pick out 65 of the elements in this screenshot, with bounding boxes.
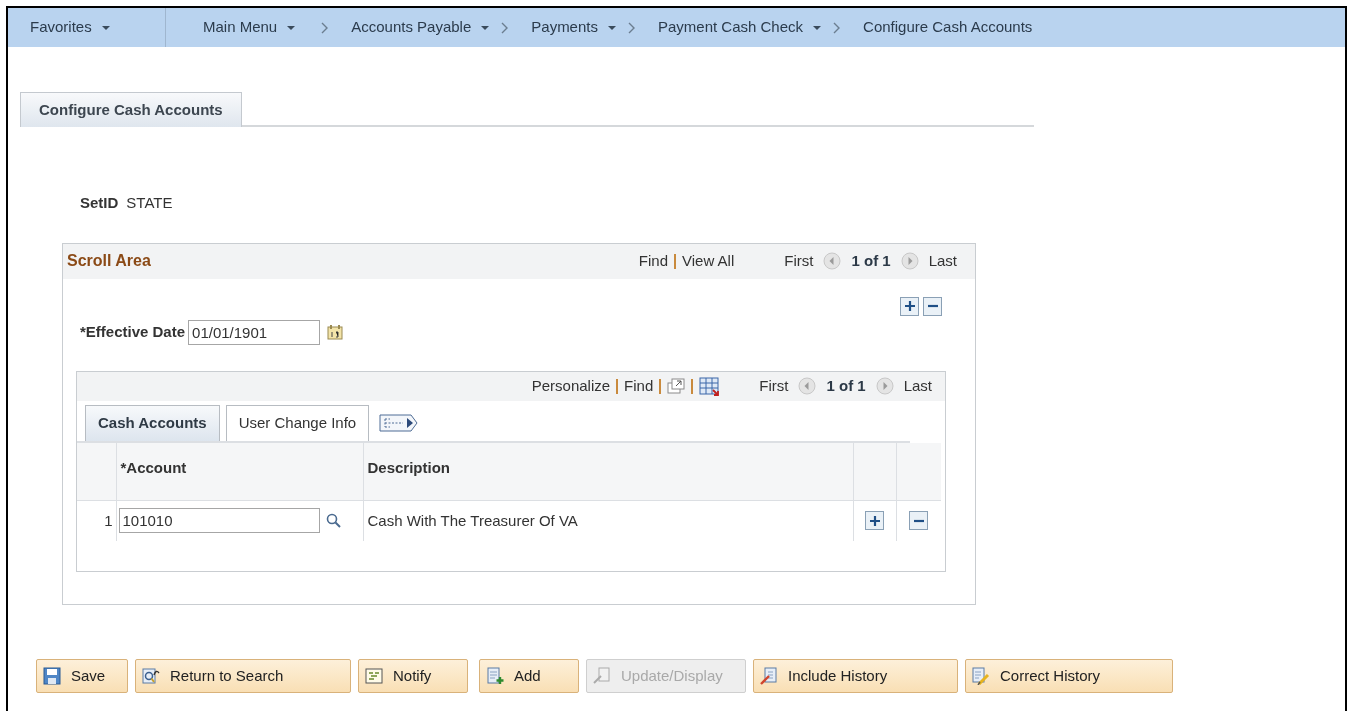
search-icon xyxy=(325,513,341,529)
previous-icon xyxy=(798,377,817,395)
grid-tab[interactable]: Cash Accounts xyxy=(85,404,220,441)
show-all-columns-icon xyxy=(379,413,419,433)
notify-button[interactable]: Notify xyxy=(358,659,468,693)
magnifier-arrow-icon xyxy=(142,667,160,685)
page-count: 1 of 1 xyxy=(826,375,866,396)
document-pen-icon xyxy=(593,667,611,685)
nav-menu-item[interactable]: Payments xyxy=(531,8,616,47)
nav-menu-item[interactable]: Favorites xyxy=(8,8,165,47)
chevron-right-icon xyxy=(321,21,330,34)
account-field[interactable]: 101010 xyxy=(118,508,320,534)
caret-icon xyxy=(608,25,616,30)
add-button[interactable]: Add xyxy=(479,659,579,693)
save-button[interactable]: Save xyxy=(36,659,128,693)
spreadsheet-download-icon xyxy=(699,376,720,396)
grid-link[interactable]: Find xyxy=(638,249,668,273)
grid-link[interactable]: Find xyxy=(624,374,654,398)
document-plus-icon xyxy=(486,667,504,685)
nav-menu-item[interactable]: Configure Cash Accounts xyxy=(863,8,1033,47)
previous-icon xyxy=(823,252,842,270)
include-button[interactable]: Include History xyxy=(753,659,958,693)
plus-icon xyxy=(868,514,881,527)
document-pencil-icon xyxy=(760,667,778,685)
return-button[interactable]: Return to Search xyxy=(135,659,351,693)
calendar-icon xyxy=(327,324,344,340)
plus-icon xyxy=(903,300,916,312)
caret-icon xyxy=(813,25,822,30)
row-number: 1 xyxy=(104,511,113,529)
effective-date-label: *Effective Date xyxy=(80,321,186,342)
grid-link[interactable]: View All xyxy=(682,249,735,273)
nav-menu-item[interactable]: Main Menu xyxy=(166,8,296,47)
grid-link[interactable]: Personalize xyxy=(531,374,611,398)
column-header: Description xyxy=(363,442,853,501)
chevron-right-icon xyxy=(501,21,510,34)
nav-menu-item[interactable]: Accounts Payable xyxy=(351,8,490,47)
nav-menu-item[interactable]: Payment Cash Check xyxy=(658,8,822,47)
document-pencil-icon xyxy=(972,667,990,685)
delete-row-button[interactable] xyxy=(923,296,942,316)
add-row-button[interactable] xyxy=(865,511,884,531)
first-link[interactable]: First xyxy=(784,249,814,273)
page-count: 1 of 1 xyxy=(851,250,891,271)
caret-icon xyxy=(101,25,110,30)
new-window-icon xyxy=(667,378,686,394)
last-link[interactable]: Last xyxy=(928,249,957,273)
delete-row-button[interactable] xyxy=(909,511,929,531)
column-header: *Account xyxy=(116,442,363,501)
correct-button[interactable]: Correct History xyxy=(965,659,1173,693)
next-icon xyxy=(900,252,919,270)
caret-icon xyxy=(481,25,490,30)
date-field[interactable]: 01/01/1901 xyxy=(188,319,321,345)
grid-tab[interactable]: User Change Info xyxy=(225,404,370,441)
chevron-right-icon xyxy=(833,21,842,34)
chevron-right-icon xyxy=(628,21,636,34)
scroll-area-title: Scroll Area xyxy=(67,251,151,271)
last-link[interactable]: Last xyxy=(903,374,932,398)
caret-icon xyxy=(287,25,296,30)
description-text: Cash With The Treasurer Of VA xyxy=(367,511,578,529)
page-tab[interactable]: Configure Cash Accounts xyxy=(20,92,242,127)
setid-label: SetID xyxy=(80,193,119,213)
setid-value: STATE xyxy=(126,193,173,213)
add-row-button[interactable] xyxy=(900,296,919,316)
first-link[interactable]: First xyxy=(759,374,789,398)
next-icon xyxy=(875,377,894,395)
note-icon xyxy=(365,667,383,685)
